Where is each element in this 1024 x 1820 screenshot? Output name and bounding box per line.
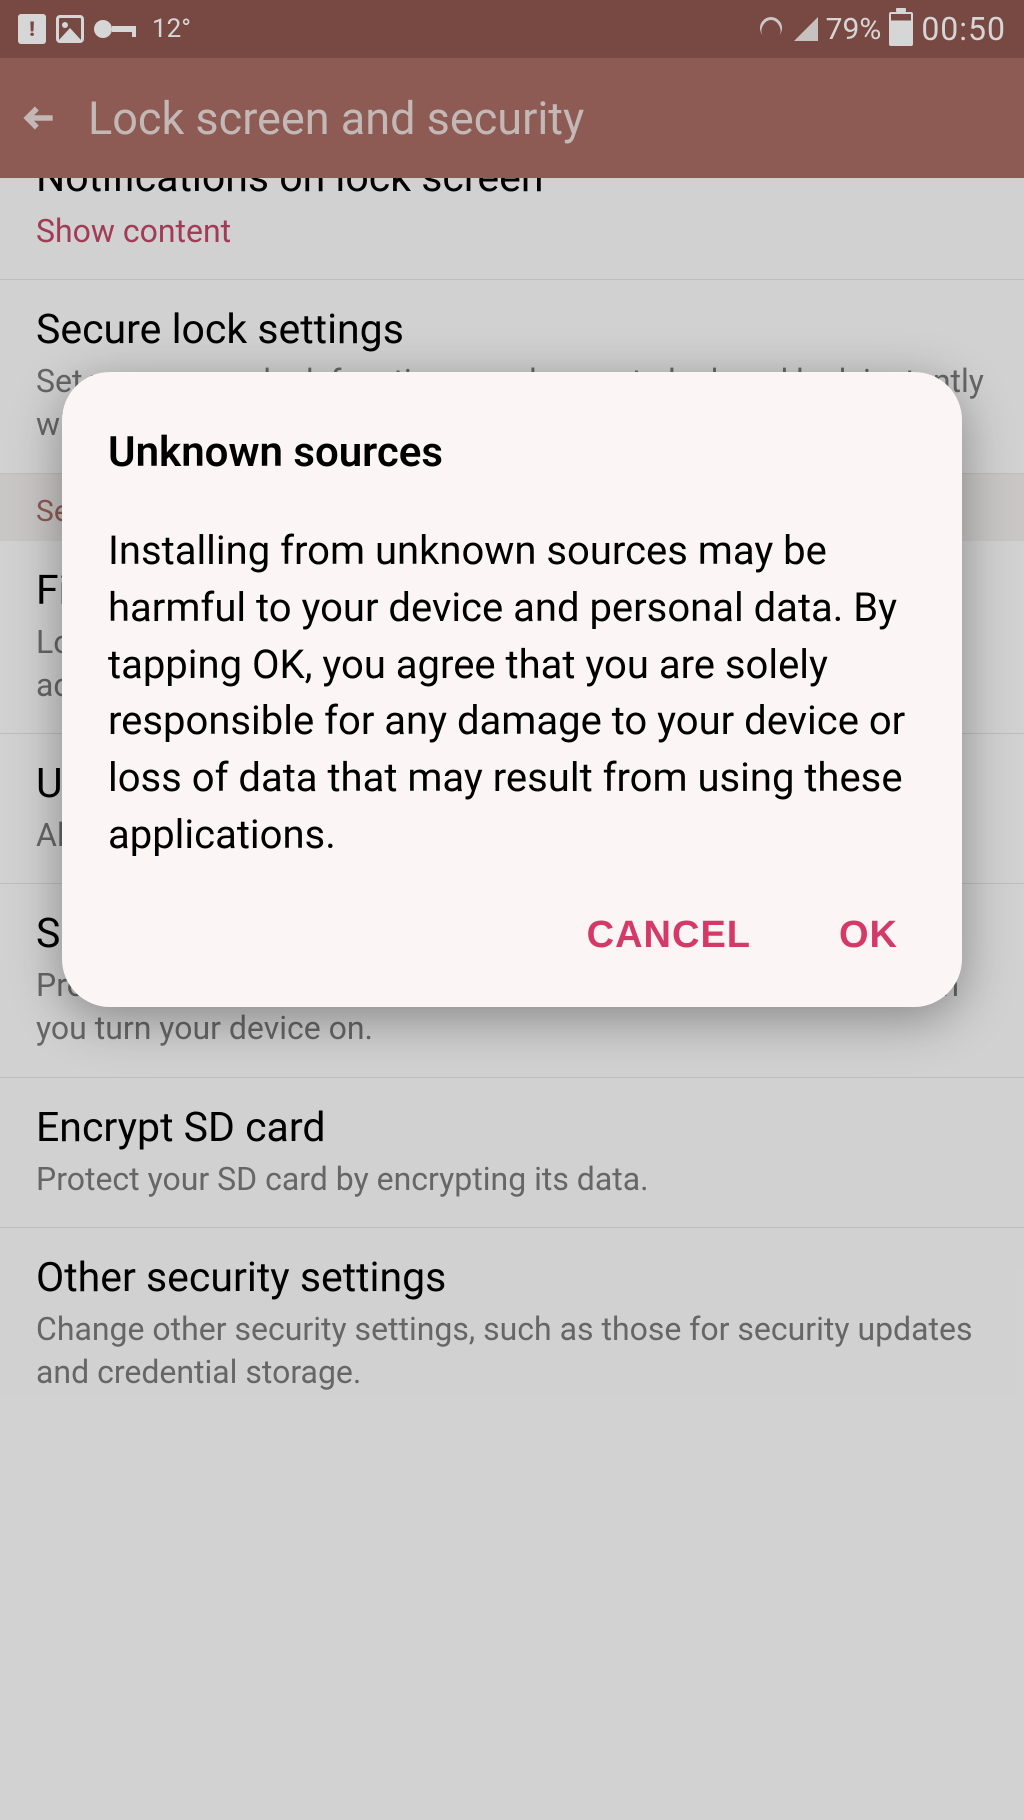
dialog-unknown-sources: Unknown sources Installing from unknown … <box>62 372 962 1007</box>
ok-button[interactable]: OK <box>831 904 906 967</box>
cancel-button[interactable]: CANCEL <box>579 904 759 967</box>
dialog-actions: CANCEL OK <box>108 904 916 977</box>
dialog-body: Installing from unknown sources may be h… <box>108 523 916 864</box>
dialog-title: Unknown sources <box>108 428 916 477</box>
